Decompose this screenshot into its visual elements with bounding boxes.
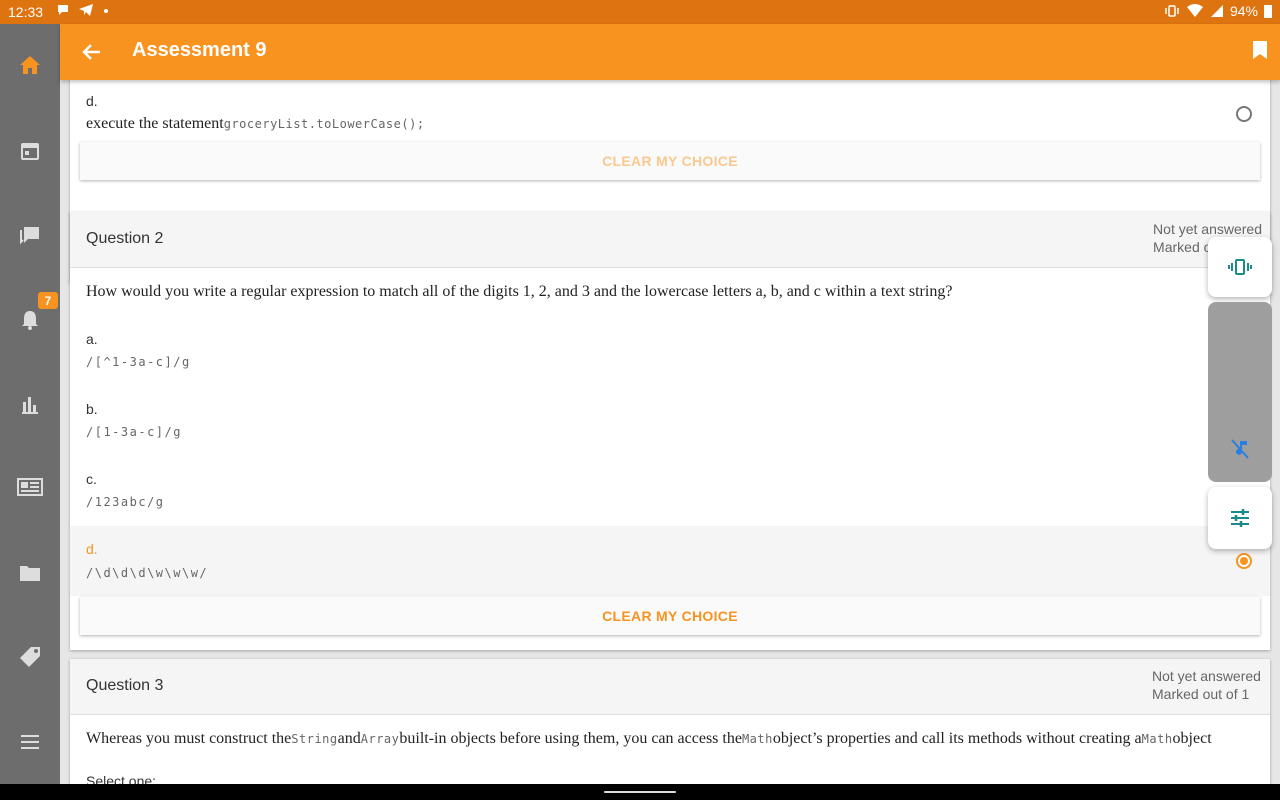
equalizer-panel[interactable] <box>1208 487 1272 549</box>
notifications-badge: 7 <box>38 292 58 309</box>
clear-choice-button[interactable]: CLEAR MY CHOICE <box>80 142 1260 180</box>
question-status: Not yet answered Marked out of 1 <box>1152 667 1262 703</box>
sidebar-item-notifications[interactable]: 7 <box>0 292 60 342</box>
option-letter-c: c. <box>86 471 97 487</box>
option-letter-d: d. <box>86 541 98 557</box>
back-arrow-icon[interactable] <box>80 40 104 64</box>
chat-icon <box>20 227 39 245</box>
question-text-part: built-in objects before using them, you … <box>399 730 742 747</box>
sidebar-item-grades[interactable] <box>0 382 60 426</box>
question-text-part: Whereas you must construct the <box>86 730 292 747</box>
option-text-label: execute the statement <box>86 115 224 132</box>
question-text-part: object <box>1172 730 1212 747</box>
music-off-icon <box>1231 439 1249 459</box>
option-radio-d[interactable] <box>1236 553 1252 569</box>
selected-option-row[interactable] <box>70 526 1270 596</box>
option-radio[interactable] <box>1236 106 1252 122</box>
option-letter-b: b. <box>86 401 98 417</box>
status-bar: 12:33 94% <box>0 0 1280 24</box>
home-icon <box>20 56 40 74</box>
option-letter-a: a. <box>86 331 98 347</box>
question-text: How would you write a regular expression… <box>86 283 953 300</box>
question-text-part: and <box>337 730 361 747</box>
chat-bubble-icon <box>58 5 68 15</box>
answer-status: Not yet answered <box>1152 668 1261 684</box>
option-code-a: /[^1-3a-c]/g <box>86 355 191 369</box>
sidebar-item-calendar[interactable] <box>0 129 60 173</box>
question-3-card: Question 3 Not yet answered Marked out o… <box>70 659 1270 784</box>
code-string: String <box>291 732 338 746</box>
signal-icon <box>1210 5 1223 17</box>
volume-slider-panel[interactable] <box>1208 302 1272 482</box>
system-nav-bar <box>0 784 1280 800</box>
question-title: Question 2 <box>86 230 164 247</box>
question-header: Question 2 Not yet answered Marked o <box>70 212 1270 268</box>
sidebar-item-messages[interactable] <box>0 213 60 257</box>
question-title: Question 3 <box>86 677 164 694</box>
tune-icon <box>1231 509 1249 527</box>
bell-icon <box>22 311 38 330</box>
tag-icon <box>20 647 40 667</box>
sidebar-item-tags[interactable] <box>0 635 60 679</box>
option-code: groceryList.toLowerCase(); <box>223 117 425 131</box>
bar-chart-icon <box>22 397 38 414</box>
folder-icon <box>20 566 40 581</box>
answer-status: Not yet answered <box>1153 221 1262 237</box>
hamburger-menu-icon <box>21 735 39 749</box>
sidebar: 7 <box>0 24 60 784</box>
home-gesture-handle[interactable] <box>604 791 676 793</box>
status-time: 12:33 <box>8 4 44 20</box>
option-code-d: /\d\d\d\w\w\w/ <box>86 566 209 580</box>
vibrate-toggle-panel[interactable] <box>1208 237 1272 297</box>
question-2-card: Question 2 Not yet answered Marked o How… <box>70 212 1270 650</box>
sidebar-item-home[interactable] <box>0 43 60 87</box>
bookmark-icon[interactable] <box>1252 40 1268 60</box>
marked-status: Marked out of 1 <box>1152 686 1250 702</box>
option-code-c: /123abc/g <box>86 495 165 509</box>
option-letter: d. <box>86 93 98 109</box>
dot-icon <box>104 9 108 13</box>
sidebar-item-menu[interactable] <box>0 720 60 764</box>
question-text-part: object’s properties and call its methods… <box>772 730 1142 747</box>
sidebar-item-files[interactable] <box>0 551 60 595</box>
code-math: Math <box>741 732 773 746</box>
clear-choice-button[interactable]: CLEAR MY CHOICE <box>80 597 1260 635</box>
battery-percent: 94% <box>1229 3 1258 19</box>
newspaper-icon <box>17 478 43 496</box>
question-text: Whereas you must construct theStringandA… <box>86 727 1256 751</box>
option-text: execute the statementgroceryList.toLower… <box>86 112 425 136</box>
question-header: Question 3 Not yet answered Marked out o… <box>70 659 1270 715</box>
status-left-icons <box>56 3 110 17</box>
select-one-label: Select one: <box>86 773 157 784</box>
telegram-icon <box>79 4 93 16</box>
code-array: Array <box>360 732 400 746</box>
option-code-b: /[1-3a-c]/g <box>86 425 182 439</box>
calendar-icon <box>21 143 39 160</box>
app-bar: Assessment 9 <box>60 24 1280 80</box>
vibrate-icon <box>1165 5 1179 17</box>
wifi-icon <box>1186 4 1203 17</box>
quiz-content: d. execute the statementgroceryList.toLo… <box>60 80 1280 784</box>
status-right-icons: 94% <box>1164 3 1272 19</box>
battery-icon <box>1264 5 1272 18</box>
sidebar-item-news[interactable] <box>0 465 60 509</box>
code-math: Math <box>1141 732 1173 746</box>
vibrate-icon <box>1228 259 1252 275</box>
page-title: Assessment 9 <box>132 39 267 61</box>
